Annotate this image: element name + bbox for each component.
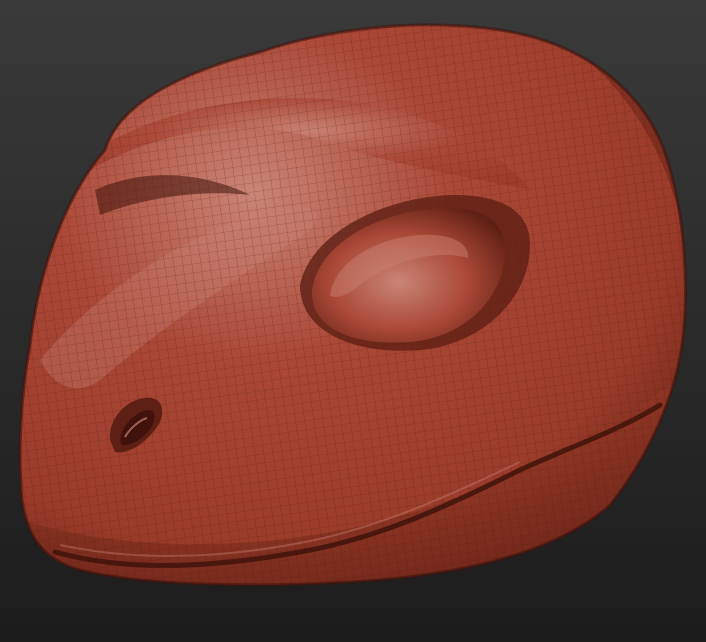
sculpt-canvas[interactable] <box>0 0 706 642</box>
3d-viewport[interactable] <box>0 0 706 642</box>
